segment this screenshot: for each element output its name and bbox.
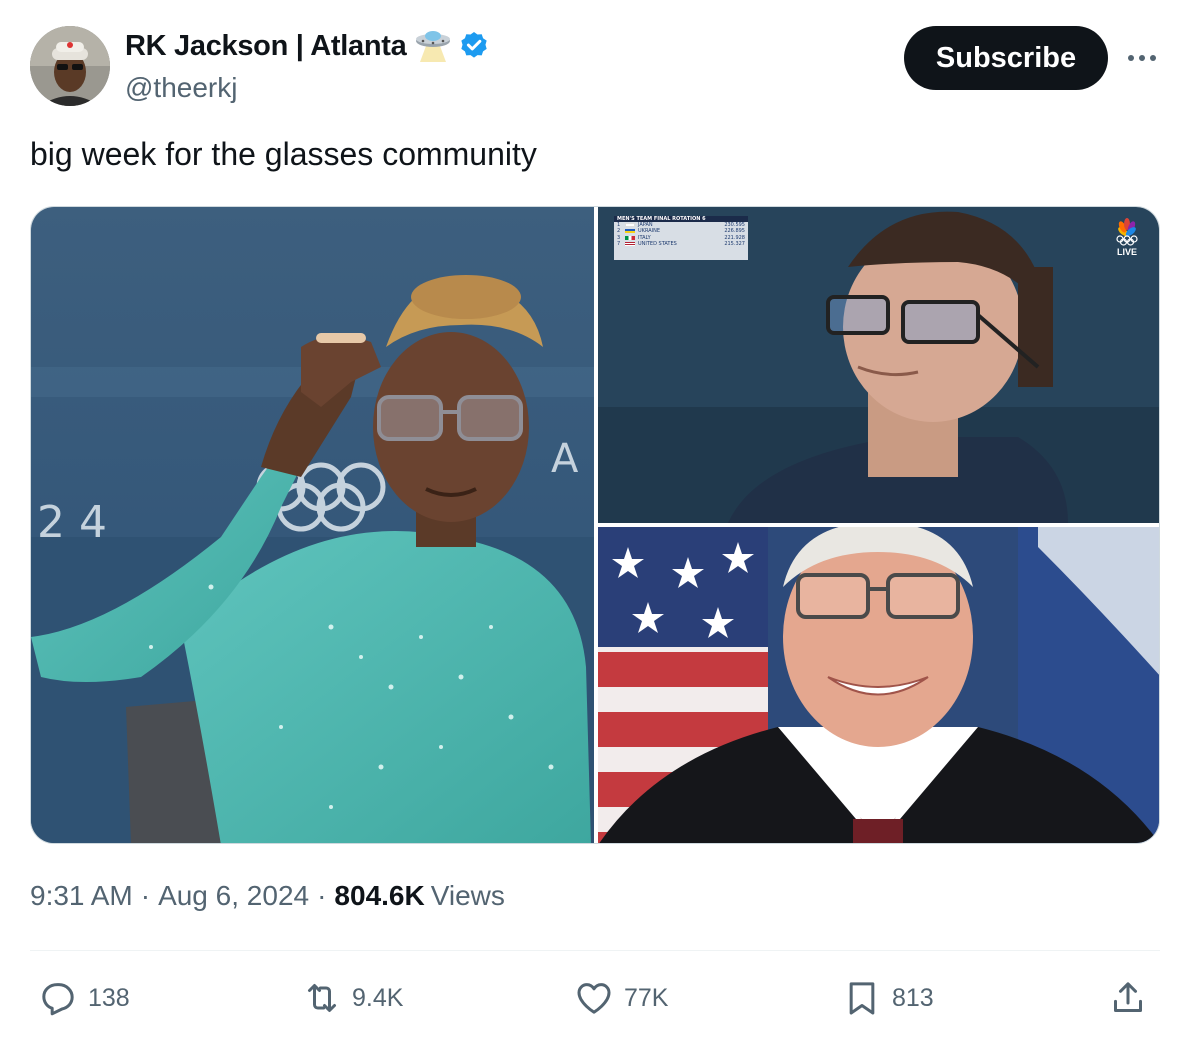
tweet-time[interactable]: 9:31 AM bbox=[30, 880, 133, 912]
venue-text-right: A bbox=[551, 436, 579, 482]
flag-italy-icon bbox=[625, 235, 635, 240]
avatar[interactable] bbox=[30, 26, 110, 106]
like-count: 77K bbox=[624, 983, 669, 1012]
divider bbox=[30, 950, 1160, 951]
repost-count: 9.4K bbox=[352, 983, 404, 1012]
author-name-row[interactable]: RK Jackson | Atlanta bbox=[125, 28, 490, 64]
peacock-olympics-icon bbox=[1116, 218, 1138, 246]
photo-gymnast-glasses[interactable]: 2 4 A bbox=[31, 207, 594, 843]
bookmark-icon bbox=[849, 982, 875, 1015]
meta-separator: · bbox=[317, 880, 327, 911]
views-count[interactable]: 804.6K bbox=[334, 880, 424, 912]
live-label: LIVE bbox=[1116, 247, 1137, 257]
repost-button[interactable]: 9.4K bbox=[302, 976, 403, 1020]
broadcast-scoreboard: MEN'S TEAM FINAL ROTATION 6 1 JAPAN 230.… bbox=[614, 216, 748, 260]
reply-button[interactable]: 138 bbox=[38, 976, 130, 1020]
flag-japan-icon bbox=[625, 223, 635, 228]
views-label: Views bbox=[430, 880, 505, 911]
author-display-name[interactable]: RK Jackson | Atlanta bbox=[125, 30, 407, 63]
scoreboard-country: UNITED STATES bbox=[638, 240, 677, 247]
reply-count: 138 bbox=[88, 983, 130, 1012]
bookmark-button[interactable]: 813 bbox=[842, 976, 934, 1020]
media-grid[interactable]: 2 4 A MEN'S TEAM FINAL ROTATION 6 1 JAPA… bbox=[30, 206, 1160, 844]
scoreboard-score: 215.327 bbox=[724, 240, 745, 247]
ufo-emoji-icon bbox=[414, 28, 452, 64]
scoreboard-rank: 7 bbox=[617, 240, 621, 247]
venue-text-left: 2 4 bbox=[37, 497, 107, 548]
like-button[interactable]: 77K bbox=[574, 976, 668, 1020]
tweet-date[interactable]: Aug 6, 2024 bbox=[158, 880, 309, 912]
repost-icon bbox=[308, 984, 336, 1012]
reply-icon bbox=[42, 983, 74, 1016]
author-handle[interactable]: @theerkj bbox=[125, 72, 237, 104]
scoreboard-row: 7 UNITED STATES 215.327 bbox=[614, 241, 748, 247]
meta-separator: · bbox=[140, 880, 151, 911]
share-button[interactable] bbox=[1108, 976, 1158, 1020]
tweet-text: big week for the glasses community bbox=[30, 136, 537, 172]
flag-usa-icon bbox=[625, 241, 635, 246]
share-icon bbox=[1114, 982, 1142, 1012]
bookmark-count: 813 bbox=[892, 983, 934, 1012]
verified-badge-icon[interactable] bbox=[458, 30, 490, 62]
photo-gymnast-broadcast[interactable]: MEN'S TEAM FINAL ROTATION 6 1 JAPAN 230.… bbox=[598, 207, 1159, 523]
tweet-meta: 9:31 AM · Aug 6, 2024 · 804.6K Views bbox=[30, 880, 505, 912]
heart-icon bbox=[577, 983, 611, 1014]
photo-politician-portrait[interactable] bbox=[598, 527, 1159, 843]
live-badge: LIVE bbox=[1110, 217, 1144, 257]
flag-ukraine-icon bbox=[625, 229, 635, 234]
more-horizontal-icon[interactable] bbox=[1125, 44, 1159, 72]
subscribe-button[interactable]: Subscribe bbox=[904, 26, 1108, 90]
